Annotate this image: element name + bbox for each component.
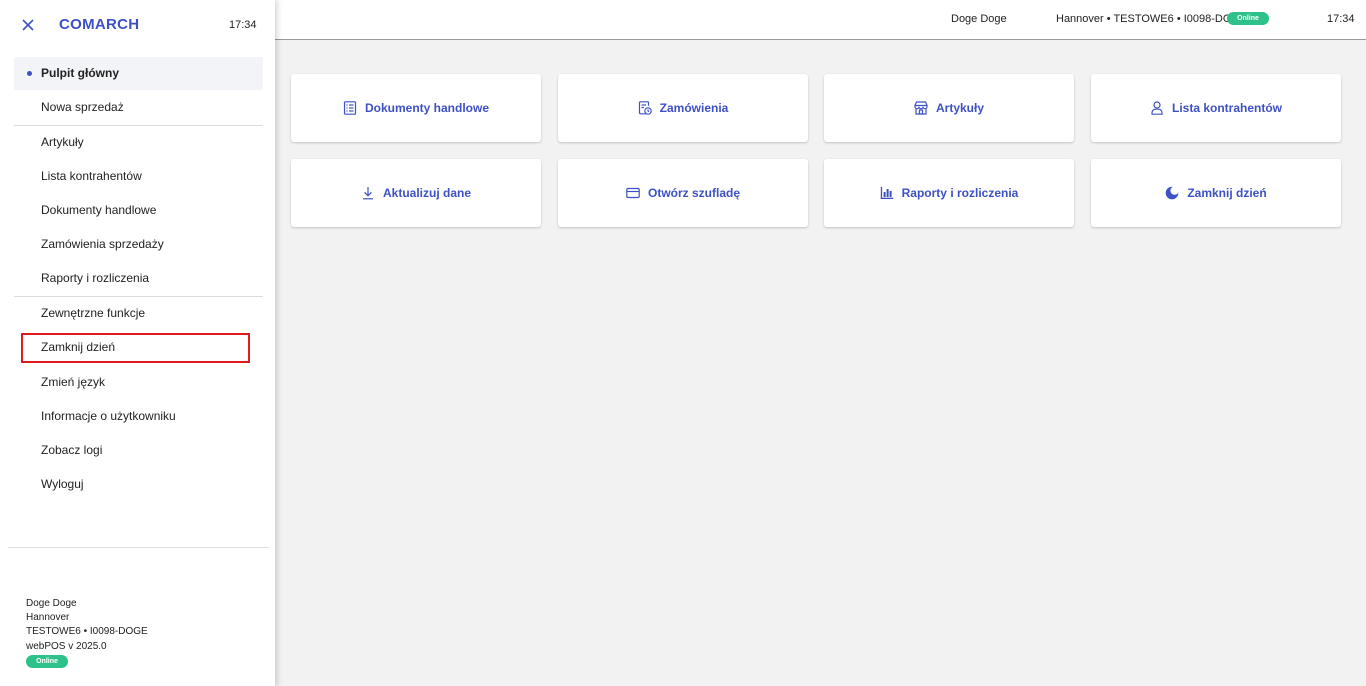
footer-divider [8, 547, 269, 548]
tile-raporty-i-rozliczenia[interactable]: Raporty i rozliczenia [824, 159, 1074, 227]
menu-item-label: Raporty i rozliczenia [41, 271, 150, 285]
store-icon [914, 101, 928, 115]
footer-user-name: Doge Doge [26, 598, 77, 609]
tile-label: Lista kontrahentów [1171, 101, 1282, 115]
tile-label: Raporty i rozliczenia [901, 186, 1019, 200]
menu-item-dokumenty-handlowe[interactable]: Dokumenty handlowe [14, 194, 263, 227]
order-clock-icon [638, 101, 652, 115]
menu-item-nowa-sprzedaz[interactable]: Nowa sprzedaż [14, 91, 263, 124]
side-menu: COMARCH 17:34 Pulpit główny Nowa sprzeda… [0, 0, 275, 686]
tile-label: Aktualizuj dane [382, 186, 471, 200]
status-badge: Online [1227, 12, 1269, 25]
tile-dokumenty-handlowe[interactable]: Dokumenty handlowe [291, 74, 541, 142]
topbar-clock: 17:34 [1327, 13, 1355, 25]
menu-item-label: Zmień język [41, 375, 106, 389]
menu-item-zamowienia-sprzedazy[interactable]: Zamówienia sprzedaży [14, 228, 263, 261]
menu-item-lista-kontrahentow[interactable]: Lista kontrahentów [14, 160, 263, 193]
menu-item-artykuly[interactable]: Artykuły [14, 126, 263, 159]
tile-zamowienia[interactable]: Zamówienia [558, 74, 808, 142]
menu-item-wyloguj[interactable]: Wyloguj [14, 468, 263, 501]
active-indicator [27, 71, 32, 76]
moon-icon [1166, 186, 1180, 200]
person-icon [1151, 101, 1163, 115]
menu-item-label: Informacje o użytkowniku [41, 409, 176, 423]
menu-item-label: Zamówienia sprzedaży [41, 237, 164, 251]
tile-label: Otwórz szufladę [647, 186, 740, 200]
highlight-box [21, 333, 250, 363]
tile-lista-kontrahentow[interactable]: Lista kontrahentów [1091, 74, 1341, 142]
menu-item-label: Nowa sprzedaż [41, 100, 124, 114]
tile-label: Zamknij dzień [1187, 186, 1267, 200]
menu-item-pulpit-glowny[interactable]: Pulpit główny [14, 57, 263, 90]
tile-label: Zamówienia [659, 101, 729, 115]
topbar-store-info: Hannover • TESTOWE6 • I0098-DOGE [1056, 13, 1248, 25]
footer-store: Hannover [26, 612, 70, 624]
footer-status-badge: Online [26, 654, 68, 668]
menu-item-label: Pulpit główny [41, 66, 119, 80]
sidebar-clock: 17:34 [229, 19, 257, 31]
tile-otworz-szuflade[interactable]: Otwórz szufladę [558, 159, 808, 227]
bar-chart-icon [880, 187, 893, 199]
footer-terminal: TESTOWE6 • I0098-DOGE [26, 626, 148, 638]
menu-item-label: Zewnętrzne funkcje [41, 306, 146, 320]
topbar-user-name: Doge Doge [951, 13, 1007, 25]
close-icon[interactable] [20, 17, 36, 33]
footer-version: webPOS v 2025.0 [26, 640, 107, 652]
tile-aktualizuj-dane[interactable]: Aktualizuj dane [291, 159, 541, 227]
brand-logo: COMARCH [59, 16, 140, 33]
menu-item-label: Dokumenty handlowe [41, 203, 157, 217]
tile-artykuly[interactable]: Artykuły [824, 74, 1074, 142]
tile-zamknij-dzien[interactable]: Zamknij dzień [1091, 159, 1341, 227]
menu-item-informacje-o-uzytkowniku[interactable]: Informacje o użytkowniku [14, 400, 263, 433]
menu-item-label: Zobacz logi [41, 443, 103, 457]
menu-item-zobacz-logi[interactable]: Zobacz logi [14, 434, 263, 467]
download-icon [362, 187, 373, 200]
menu-item-label: Artykuły [41, 135, 84, 149]
document-list-icon [343, 101, 357, 115]
menu-item-label: Wyloguj [41, 477, 84, 491]
menu-item-label: Lista kontrahentów [41, 169, 142, 183]
tile-label: Artykuły [935, 101, 985, 115]
card-icon [626, 187, 640, 199]
menu-item-zmien-jezyk[interactable]: Zmień język [14, 366, 263, 399]
menu-item-zewnetrzne-funkcje[interactable]: Zewnętrzne funkcje [14, 297, 263, 330]
menu-item-raporty-i-rozliczenia[interactable]: Raporty i rozliczenia [14, 262, 263, 295]
sidebar-footer: Doge Doge Hannover TESTOWE6 • I0098-DOGE… [26, 597, 148, 668]
tile-label: Dokumenty handlowe [364, 101, 489, 115]
